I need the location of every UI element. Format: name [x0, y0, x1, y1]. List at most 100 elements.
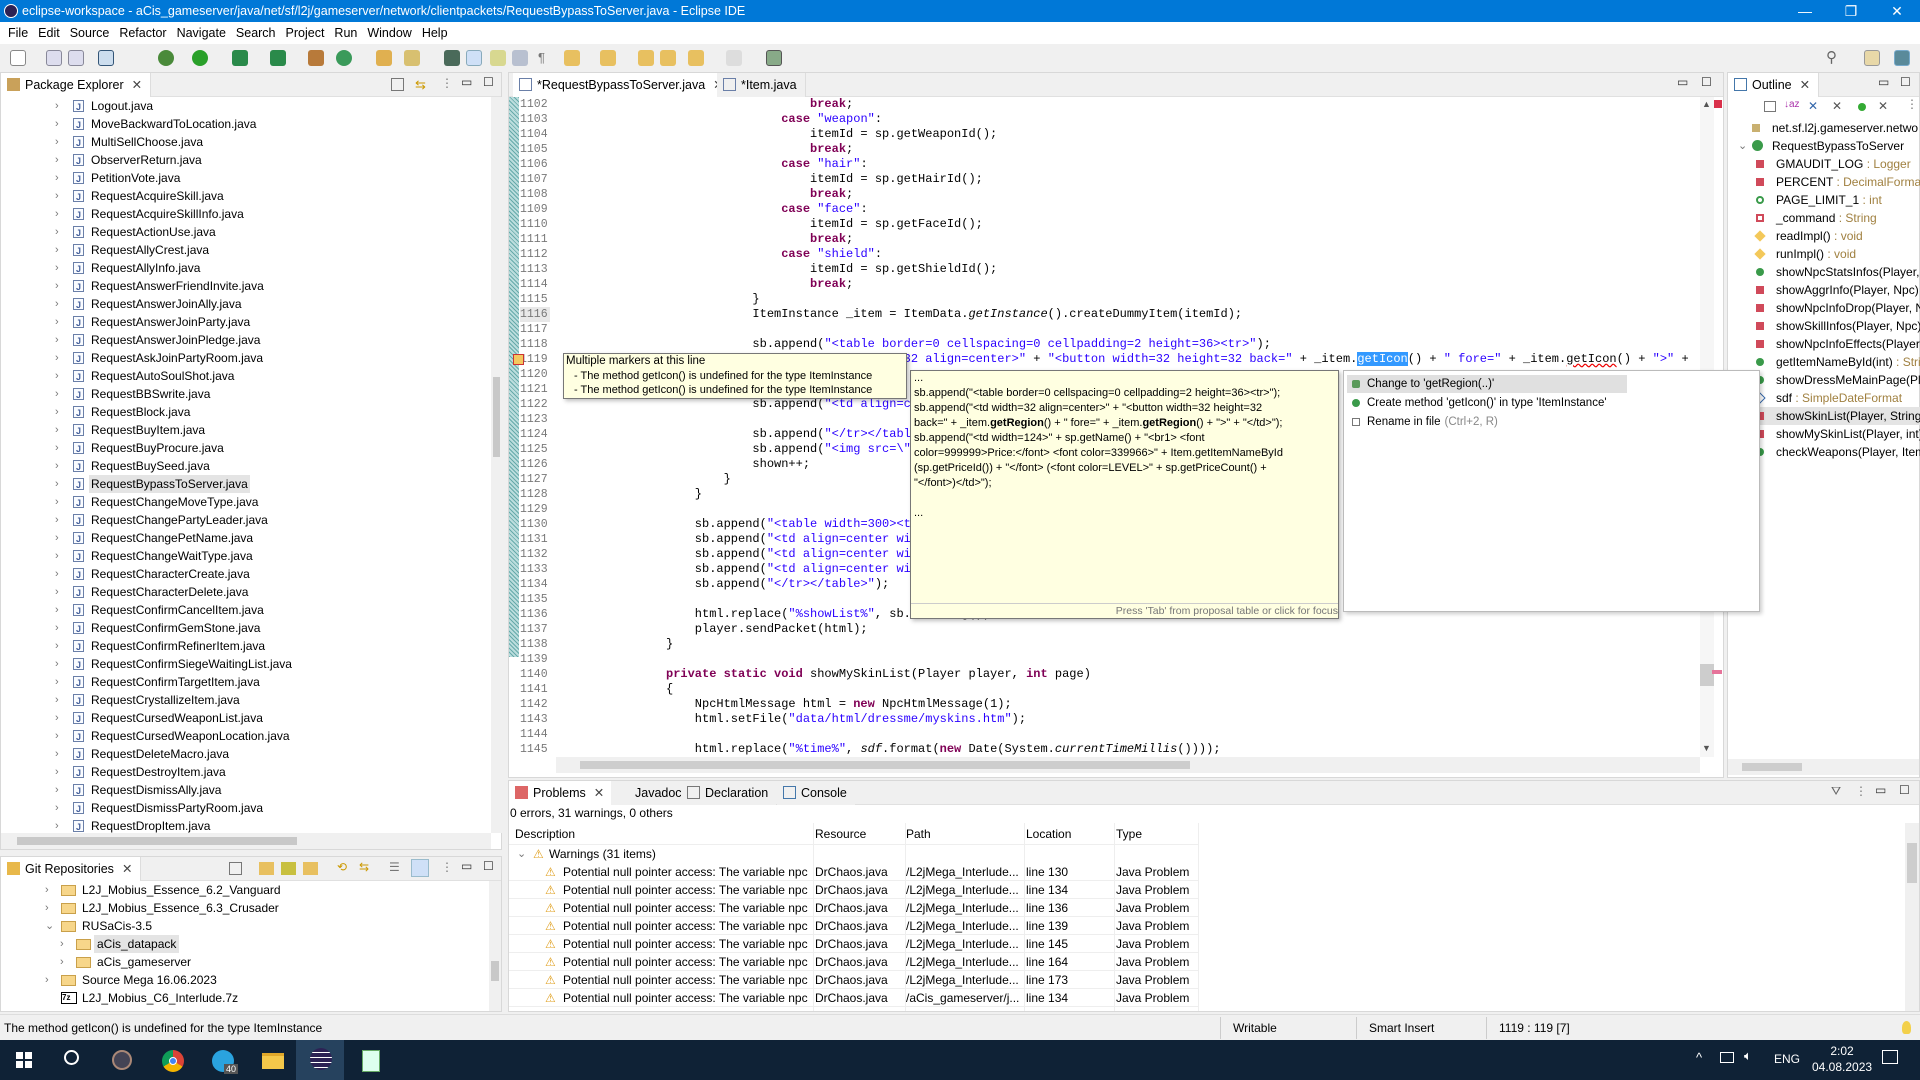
- table-row[interactable]: ⚠ Potential null pointer access: The vari…: [509, 881, 1199, 899]
- hide-fields-icon[interactable]: ✕: [1808, 99, 1818, 113]
- outline-item[interactable]: net.sf.l2j.gameserver.netwo: [1728, 119, 1920, 137]
- menu-window[interactable]: Window: [367, 26, 411, 40]
- sort-icon[interactable]: ↓az: [1784, 99, 1800, 110]
- git-repo-item[interactable]: › aCis_gameserver: [1, 953, 489, 971]
- horizontal-scrollbar[interactable]: [556, 757, 1700, 773]
- tab-declaration[interactable]: Declaration: [681, 781, 777, 805]
- code-line[interactable]: break;: [666, 277, 1690, 292]
- outline-item[interactable]: PERCENT : DecimalFormat: [1728, 173, 1920, 191]
- outline-item[interactable]: showNpcInfoEffects(Player, Npc): [1728, 335, 1920, 353]
- search-icon[interactable]: [48, 1044, 96, 1080]
- menu-file[interactable]: File: [8, 26, 28, 40]
- code-line[interactable]: break;: [666, 187, 1690, 202]
- column-header-path[interactable]: Path: [906, 825, 1022, 843]
- new-package-icon[interactable]: [308, 50, 324, 66]
- chevron-right-icon[interactable]: ›: [55, 781, 59, 799]
- code-line[interactable]: case "face":: [666, 202, 1690, 217]
- git-repo-item[interactable]: › aCis_datapack: [1, 935, 489, 953]
- mark-occurrences-icon[interactable]: [466, 50, 482, 66]
- code-line[interactable]: html.setFile("data/html/dressme/myskins.…: [666, 712, 1690, 727]
- debug-icon[interactable]: [158, 50, 174, 66]
- minimize-icon[interactable]: ▭: [1677, 75, 1688, 89]
- tab-problems[interactable]: Problems ✕: [509, 781, 614, 805]
- show-whitespace-icon[interactable]: [512, 50, 528, 66]
- column-header-location[interactable]: Location: [1026, 825, 1112, 843]
- code-line[interactable]: [666, 652, 1690, 667]
- table-row[interactable]: ⚠ Potential null pointer access: The vari…: [509, 899, 1199, 917]
- package-item[interactable]: › RequestDismissPartyRoom.java: [1, 799, 491, 818]
- warnings-group[interactable]: ⌄ ⚠ Warnings (31 items): [509, 845, 809, 863]
- maximize-icon[interactable]: ☐: [483, 75, 494, 89]
- column-header-resource[interactable]: Resource: [815, 825, 903, 843]
- back-icon[interactable]: [688, 50, 704, 66]
- minimize-icon[interactable]: ▭: [461, 75, 472, 89]
- previous-annotation-icon[interactable]: [600, 50, 616, 66]
- file-explorer-icon[interactable]: [248, 1044, 296, 1080]
- proposal-preview-popup[interactable]: Press 'Tab' from proposal table or click…: [910, 370, 1339, 619]
- package-item[interactable]: › RequestDropItem.java: [1, 817, 491, 833]
- notification-center-icon[interactable]: [1882, 1050, 1898, 1064]
- hide-local-types-icon[interactable]: ✕: [1878, 99, 1888, 113]
- status-insert-mode[interactable]: Smart Insert: [1356, 1017, 1486, 1039]
- forward-edit-icon[interactable]: [660, 50, 676, 66]
- menu-edit[interactable]: Edit: [38, 26, 60, 40]
- error-marker-icon[interactable]: [513, 354, 524, 365]
- create-repository-icon[interactable]: [303, 862, 318, 875]
- code-line[interactable]: [666, 322, 1690, 337]
- chevron-down-icon[interactable]: ⌄: [517, 845, 526, 863]
- link-with-editor-icon[interactable]: ⇆: [415, 77, 426, 93]
- outline-item[interactable]: _command : String: [1728, 209, 1920, 227]
- outline-item[interactable]: ⌄ RequestBypassToServer: [1728, 137, 1920, 155]
- vertical-scrollbar[interactable]: [1905, 823, 1919, 1011]
- horizontal-scrollbar[interactable]: [1728, 759, 1919, 775]
- outline-item[interactable]: GMAUDIT_LOG : Logger: [1728, 155, 1920, 173]
- outline-item[interactable]: showNpcInfoDrop(Player, Npc): [1728, 299, 1920, 317]
- menu-run[interactable]: Run: [334, 26, 357, 40]
- menu-refactor[interactable]: Refactor: [119, 26, 166, 40]
- run-icon[interactable]: [192, 50, 208, 66]
- package-item[interactable]: › RequestDestroyItem.java: [1, 763, 491, 782]
- java-perspective-icon[interactable]: [1894, 50, 1910, 66]
- editor-tab[interactable]: *Item.java: [717, 73, 806, 97]
- menu-search[interactable]: Search: [236, 26, 276, 40]
- chevron-right-icon[interactable]: ›: [60, 935, 64, 953]
- input-language[interactable]: ENG: [1774, 1052, 1800, 1066]
- layout-icon[interactable]: [411, 859, 429, 877]
- code-line[interactable]: itemId = sp.getHairId();: [666, 172, 1690, 187]
- code-line[interactable]: {: [666, 682, 1690, 697]
- maximize-icon[interactable]: ☐: [1899, 783, 1910, 797]
- outline-item[interactable]: runImpl() : void: [1728, 245, 1920, 263]
- view-menu-icon[interactable]: ⋮: [1855, 784, 1867, 798]
- filter-icon[interactable]: ⛛: [1831, 784, 1841, 799]
- close-icon[interactable]: ✕: [594, 786, 604, 800]
- pilcrow-icon[interactable]: ¶: [538, 50, 554, 66]
- code-line[interactable]: itemId = sp.getFaceId();: [666, 217, 1690, 232]
- chevron-down-icon[interactable]: ⌄: [1738, 137, 1747, 155]
- table-row[interactable]: ⚠ Potential null pointer access: The vari…: [509, 863, 1199, 881]
- menu-help[interactable]: Help: [422, 26, 448, 40]
- external-tools-icon[interactable]: [270, 50, 286, 66]
- outline-item[interactable]: getItemNameById(int) : String: [1728, 353, 1920, 371]
- package-item[interactable]: › RequestDismissAlly.java: [1, 781, 491, 800]
- git-repo-item[interactable]: › Source Mega 16.06.2023: [1, 971, 489, 989]
- maximize-icon[interactable]: ☐: [483, 859, 494, 873]
- chevron-right-icon[interactable]: ›: [45, 971, 49, 989]
- clone-repository-icon[interactable]: [281, 862, 296, 875]
- outline-item[interactable]: showNpcStatsInfos(Player, Npc): [1728, 263, 1920, 281]
- save-icon[interactable]: [46, 50, 62, 66]
- maximize-icon[interactable]: ☐: [1900, 75, 1911, 89]
- outline-item[interactable]: PAGE_LIMIT_1 : int: [1728, 191, 1920, 209]
- volume-icon[interactable]: 🔈︎: [1744, 1048, 1752, 1064]
- menu-navigate[interactable]: Navigate: [177, 26, 226, 40]
- quick-fix-item[interactable]: Create method 'getIcon()' in type 'ItemI…: [1347, 394, 1627, 412]
- open-type-icon[interactable]: [376, 50, 392, 66]
- code-line[interactable]: NpcHtmlMessage html = new NpcHtmlMessage…: [666, 697, 1690, 712]
- chevron-right-icon[interactable]: ›: [45, 899, 49, 917]
- menu-project[interactable]: Project: [286, 26, 325, 40]
- table-row[interactable]: ⚠ Potential null pointer access: The vari…: [509, 989, 1199, 1007]
- git-repo-item[interactable]: 7z L2J_Mobius_C6_Interlude.7z: [1, 989, 489, 1007]
- tab-outline[interactable]: Outline ✕: [1728, 73, 1820, 97]
- code-line[interactable]: html.replace("%time%", sdf.format(new Da…: [666, 742, 1690, 757]
- tab-javadoc[interactable]: Javadoc: [611, 781, 690, 805]
- view-menu-icon[interactable]: ⋮: [441, 860, 453, 874]
